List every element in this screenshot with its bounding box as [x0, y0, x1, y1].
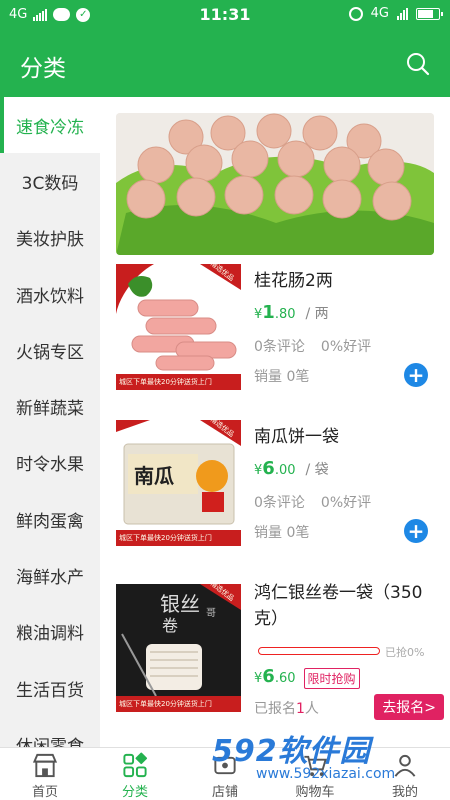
network-indicator-right: 4G — [370, 6, 389, 21]
price-decimal: .80 — [274, 307, 296, 322]
progress-text: 已抢0% — [385, 646, 425, 659]
progress-track — [258, 647, 380, 655]
sales-count: 销量 0笔 — [254, 525, 310, 541]
price-unit: / 两 — [305, 306, 329, 322]
image-caption: 城区下单最快20分钟送货上门 — [119, 700, 212, 708]
sidebar-item-seafood[interactable]: 海鲜水产 — [0, 547, 100, 603]
sidebar-item-beauty[interactable]: 美妆护肤 — [0, 210, 100, 266]
alarm-icon — [348, 6, 363, 21]
app-header: 4G ✓ 11:31 4G 分类 — [0, 0, 450, 97]
sidebar-item-fruits[interactable]: 时令水果 — [0, 435, 100, 491]
sidebar-item-hotpot[interactable]: 火锅专区 — [0, 322, 100, 378]
image-subtitle-text: 卷 — [162, 616, 179, 635]
product-name[interactable]: 南瓜饼一袋 — [254, 424, 434, 450]
product-name[interactable]: 桂花肠2两 — [254, 268, 434, 294]
review-count: 0条评论 — [254, 339, 305, 355]
category-banner[interactable] — [116, 113, 434, 255]
bottom-tab-bar: 首页 分类 店铺 购物车 我的 — [0, 747, 450, 800]
price-integer: 1 — [262, 302, 275, 323]
product-price: ¥1.80/ 两 — [254, 302, 329, 323]
signal-icon-right — [397, 7, 408, 20]
signup-number: 1 — [296, 701, 305, 717]
search-icon[interactable] — [406, 52, 430, 76]
image-caption: 城区下单最快20分钟送货上门 — [119, 534, 212, 542]
sidebar-item-daily-goods[interactable]: 生活百货 — [0, 660, 100, 716]
sidebar-item-frozen[interactable]: 速食冷冻 — [0, 97, 100, 154]
tab-mine[interactable]: 我的 — [360, 748, 450, 800]
add-to-cart-button[interactable]: + — [404, 363, 428, 387]
tab-label: 分类 — [121, 785, 148, 800]
price-decimal: .60 — [274, 671, 296, 686]
price-integer: 6 — [262, 458, 275, 479]
tab-label: 首页 — [31, 785, 58, 800]
product-image[interactable]: 城区下单最快20分钟送货上门 精选优品 — [116, 264, 241, 390]
signup-prefix: 已报名 — [254, 701, 296, 717]
image-pack-text: 南瓜 — [134, 464, 174, 488]
product-card[interactable]: 城区下单最快20分钟送货上门 精选优品 桂花肠2两 ¥1.80/ 两 0条评论 0… — [116, 264, 434, 410]
status-bar: 4G ✓ 11:31 4G — [0, 0, 450, 30]
product-card[interactable]: 银丝 卷 哥 城区下单最快20分钟送货上门 精选优品 鸿仁银丝卷一袋（350克）… — [116, 583, 444, 734]
tab-label: 购物车 — [295, 785, 335, 800]
sidebar-item-drinks[interactable]: 酒水饮料 — [0, 266, 100, 322]
product-price: ¥6.60 限时抢购 — [254, 666, 360, 689]
store-icon — [32, 753, 58, 778]
review-count: 0条评论 — [254, 495, 305, 511]
price-integer: 6 — [262, 666, 275, 687]
product-meta: 0条评论 0%好评 — [254, 492, 371, 512]
user-icon — [394, 754, 416, 777]
signup-button[interactable]: 去报名> — [374, 694, 444, 720]
flash-sale-badge: 限时抢购 — [303, 668, 360, 689]
sidebar-item-digital[interactable]: 3C数码 — [0, 153, 100, 209]
product-image[interactable]: 银丝 卷 哥 城区下单最快20分钟送货上门 精选优品 — [116, 584, 241, 712]
tab-home[interactable]: 首页 — [0, 748, 90, 800]
shop-icon — [214, 756, 236, 775]
cart-icon — [304, 755, 327, 777]
battery-icon — [416, 7, 443, 20]
product-meta: 0条评论 0%好评 — [254, 336, 371, 356]
product-card[interactable]: 南瓜 城区下单最快20分钟送货上门 精选优品 南瓜饼一袋 ¥6.00/ 袋 0条… — [116, 420, 434, 566]
tab-shop[interactable]: 店铺 — [180, 748, 270, 800]
signup-suffix: 人 — [304, 701, 319, 717]
sidebar-item-grain-oil[interactable]: 粮油调料 — [0, 604, 100, 660]
product-price: ¥6.00/ 袋 — [254, 458, 329, 479]
image-side-text: 哥 — [206, 608, 216, 619]
sales-count: 销量 0笔 — [254, 369, 310, 385]
signup-count: 已报名1人 — [254, 698, 319, 718]
sidebar-item-vegetables[interactable]: 新鲜蔬菜 — [0, 378, 100, 434]
product-image[interactable]: 南瓜 城区下单最快20分钟送货上门 精选优品 — [116, 420, 241, 546]
good-rate: 0%好评 — [320, 495, 372, 511]
tab-label: 店铺 — [211, 785, 238, 800]
good-rate: 0%好评 — [320, 339, 372, 355]
page-title: 分类 — [20, 56, 66, 82]
add-to-cart-button[interactable]: + — [404, 519, 428, 543]
product-name[interactable]: 鸿仁银丝卷一袋（350克） — [254, 580, 434, 632]
price-unit: / 袋 — [305, 462, 329, 478]
sidebar-item-snacks[interactable]: 休闲零食 — [0, 716, 100, 747]
tab-cart[interactable]: 购物车 — [270, 748, 360, 800]
tab-label: 我的 — [391, 785, 418, 800]
image-caption: 城区下单最快20分钟送货上门 — [119, 378, 212, 386]
flash-progress: 已抢0% — [254, 644, 434, 659]
product-list: 城区下单最快20分钟送货上门 精选优品 桂花肠2两 ¥1.80/ 两 0条评论 0… — [100, 97, 450, 747]
category-icon — [123, 752, 148, 778]
category-sidebar: 速食冷冻 3C数码 美妆护肤 酒水饮料 火锅专区 新鲜蔬菜 时令水果 鲜肉蛋禽 … — [0, 97, 100, 747]
tab-category[interactable]: 分类 — [90, 748, 180, 800]
sidebar-item-meat-eggs[interactable]: 鲜肉蛋禽 — [0, 491, 100, 547]
price-decimal: .00 — [274, 463, 296, 478]
